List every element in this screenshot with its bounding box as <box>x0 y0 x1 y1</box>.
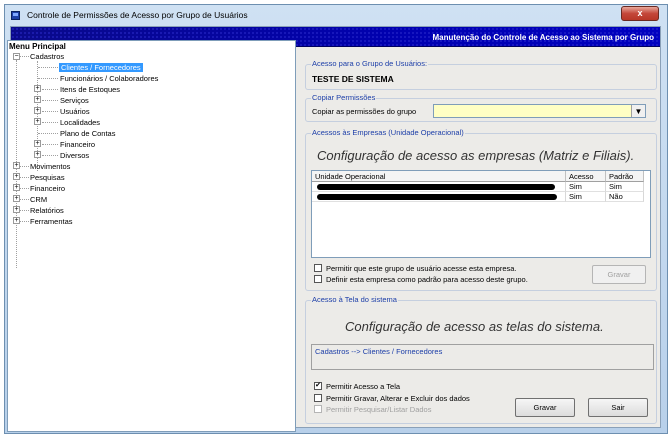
tree-item-diversos[interactable]: Diversos <box>60 151 89 160</box>
copy-group-select[interactable]: ▼ <box>433 104 646 118</box>
cell-padrao[interactable]: Não <box>606 192 644 202</box>
tree-item-financeiro[interactable]: Financeiro <box>30 184 65 193</box>
tree-item-itens-estoques[interactable]: Itens de Estoques <box>60 85 120 94</box>
companies-section: Acessos às Empresas (Unidade Operacional… <box>305 128 657 291</box>
window-title: Controle de Permissões de Acesso por Gru… <box>27 10 248 20</box>
group-section-legend: Acesso para o Grupo de Usuários: <box>311 59 429 68</box>
copy-group-label: Copiar as permissões do grupo <box>312 107 417 116</box>
screen-path-display: Cadastros --> Clientes / Fornecedores <box>311 344 654 370</box>
sair-button[interactable]: Sair <box>588 398 648 417</box>
table-row[interactable] <box>312 192 566 202</box>
copy-section: Copiar Permissões Copiar as permissões d… <box>305 93 657 122</box>
expand-relatorios-icon[interactable]: + <box>13 206 20 213</box>
copy-section-legend: Copiar Permissões <box>311 93 377 102</box>
table-row[interactable] <box>312 182 566 192</box>
title-bar[interactable]: Controle de Permissões de Acesso por Gru… <box>5 5 667 25</box>
gravar-button[interactable]: Gravar <box>515 398 575 417</box>
permitir-acesso-label[interactable]: Permitir Acesso a Tela <box>326 382 400 391</box>
expand-diversos-icon[interactable]: + <box>34 151 41 158</box>
expand-ferramentas-icon[interactable]: + <box>13 217 20 224</box>
cell-acesso[interactable]: Sim <box>566 192 606 202</box>
close-button[interactable]: x <box>621 6 659 21</box>
group-name: TESTE DE SISTEMA <box>312 74 394 84</box>
col-header-padrao[interactable]: Padrão <box>606 171 644 182</box>
definir-padrao-checkbox[interactable] <box>314 275 322 283</box>
expand-financeiro-cad-icon[interactable]: + <box>34 140 41 147</box>
companies-title: Configuração de acesso as empresas (Matr… <box>317 148 635 163</box>
expand-pesquisas-icon[interactable]: + <box>13 173 20 180</box>
collapse-cadastros-icon[interactable]: − <box>13 53 20 60</box>
tree-item-usuarios[interactable]: Usuários <box>60 107 90 116</box>
tree-item-plano-contas[interactable]: Plano de Contas <box>60 129 115 138</box>
permitir-empresa-label[interactable]: Permitir que este grupo de usuário acess… <box>326 264 517 273</box>
tree-item-servicos[interactable]: Serviços <box>60 96 89 105</box>
permitir-gravar-label[interactable]: Permitir Gravar, Alterar e Excluir dos d… <box>326 394 470 403</box>
permitir-gravar-checkbox[interactable] <box>314 394 322 402</box>
tree-item-financeiro-cad[interactable]: Financeiro <box>60 140 95 149</box>
expand-servicos-icon[interactable]: + <box>34 96 41 103</box>
definir-padrao-label[interactable]: Definir esta empresa como padrão para ac… <box>326 275 528 284</box>
screen-section-legend: Acesso à Tela do sistema <box>311 295 398 304</box>
redacted-unit-name <box>317 194 557 200</box>
expand-localidades-icon[interactable]: + <box>34 118 41 125</box>
expand-financeiro-icon[interactable]: + <box>13 184 20 191</box>
companies-section-legend: Acessos às Empresas (Unidade Operacional… <box>311 128 465 137</box>
permitir-pesquisar-label[interactable]: Permitir Pesquisar/Listar Dados <box>326 405 431 414</box>
cell-acesso[interactable]: Sim <box>566 182 606 192</box>
tree-item-pesquisas[interactable]: Pesquisas <box>30 173 65 182</box>
screen-section: Acesso à Tela do sistema Configuração de… <box>305 295 657 424</box>
permitir-pesquisar-checkbox[interactable] <box>314 405 322 413</box>
tree-item-cadastros[interactable]: Cadastros <box>30 52 64 61</box>
tree-item-localidades[interactable]: Localidades <box>60 118 100 127</box>
gravar-empresa-button[interactable]: Gravar <box>592 265 646 284</box>
tree-item-crm[interactable]: CRM <box>30 195 47 204</box>
expand-itens-estoques-icon[interactable]: + <box>34 85 41 92</box>
cell-padrao[interactable]: Sim <box>606 182 644 192</box>
app-icon <box>11 11 20 20</box>
permitir-empresa-checkbox[interactable] <box>314 264 322 272</box>
group-section: Acesso para o Grupo de Usuários: TESTE D… <box>305 59 657 90</box>
col-header-unidade[interactable]: Unidade Operacional <box>312 171 566 182</box>
tree-item-clientes-fornecedores[interactable]: Clientes / Fornecedores <box>59 63 143 72</box>
tree-item-movimentos[interactable]: Movimentos <box>30 162 70 171</box>
expand-usuarios-icon[interactable]: + <box>34 107 41 114</box>
screen-title: Configuração de acesso as telas do siste… <box>345 319 604 334</box>
redacted-unit-name <box>317 184 555 190</box>
chevron-down-icon[interactable]: ▼ <box>631 105 645 117</box>
expand-movimentos-icon[interactable]: + <box>13 162 20 169</box>
tree-item-relatorios[interactable]: Relatórios <box>30 206 64 215</box>
permitir-acesso-checkbox[interactable]: ✔ <box>314 382 322 390</box>
companies-grid[interactable]: Unidade Operacional Acesso Padrão Sim Si… <box>311 170 651 258</box>
col-header-acesso[interactable]: Acesso <box>566 171 606 182</box>
menu-tree[interactable]: Menu Principal − Cadastros Clientes / Fo… <box>7 40 296 432</box>
banner-title: Manutenção do Controle de Acesso ao Sist… <box>432 33 654 42</box>
tree-item-ferramentas[interactable]: Ferramentas <box>30 217 73 226</box>
expand-crm-icon[interactable]: + <box>13 195 20 202</box>
tree-item-funcionarios[interactable]: Funcionários / Colaboradores <box>60 74 158 83</box>
tree-root-menu-principal[interactable]: Menu Principal <box>9 42 66 51</box>
